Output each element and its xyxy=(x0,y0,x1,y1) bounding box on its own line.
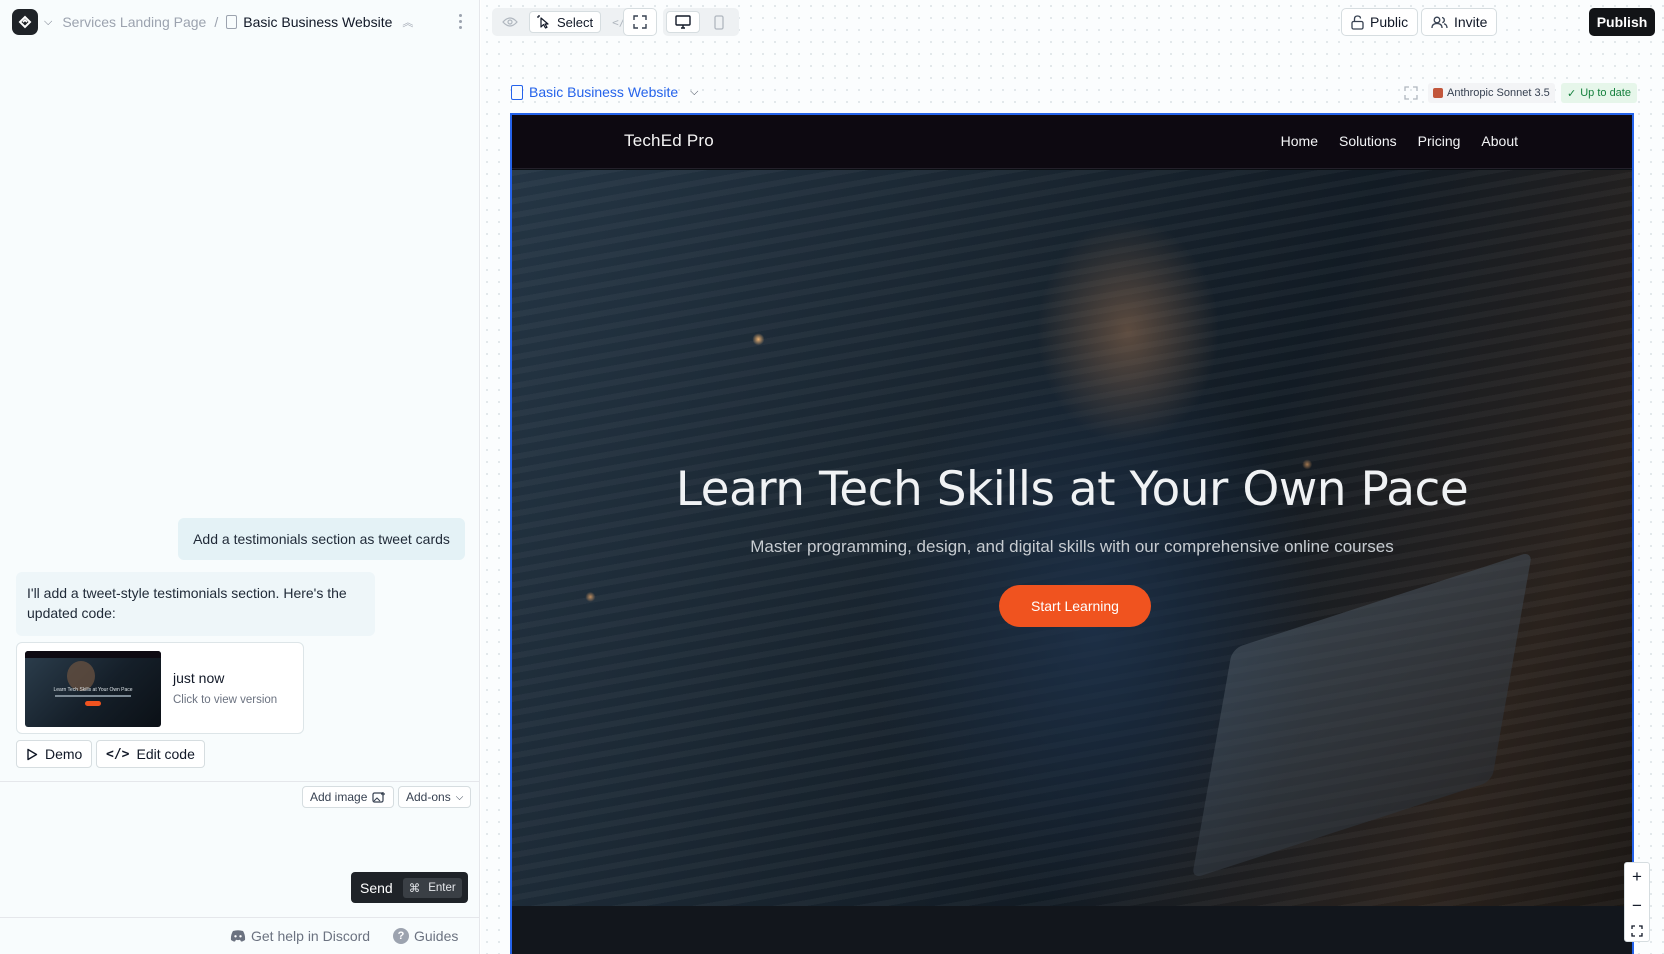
shortcut-hint: ⌘ Enter xyxy=(402,877,462,898)
discord-icon xyxy=(230,930,246,942)
left-topbar: ⌵ Services Landing Page / Basic Business… xyxy=(0,0,480,44)
breadcrumb-project[interactable]: Services Landing Page xyxy=(62,14,206,30)
select-label: Select xyxy=(557,14,594,30)
chevron-down-icon[interactable]: ⌵ xyxy=(44,16,52,29)
command-icon: ⌘ xyxy=(408,882,421,895)
expand-icon[interactable] xyxy=(1404,86,1418,100)
website-preview[interactable]: TechEd Pro Home Solutions Pricing About … xyxy=(510,113,1634,954)
invite-label: Invite xyxy=(1454,14,1488,30)
site-brand[interactable]: TechEd Pro xyxy=(624,131,714,151)
zoom-out-button[interactable]: − xyxy=(1632,896,1642,916)
chevron-down-icon: ⌵ xyxy=(455,791,464,803)
chat-panel: ⌵ Services Landing Page / Basic Business… xyxy=(0,0,480,954)
hero-subtitle: Master programming, design, and digital … xyxy=(750,537,1394,556)
monitor-icon xyxy=(675,15,691,29)
site-navbar: TechEd Pro Home Solutions Pricing About xyxy=(512,115,1632,169)
addons-label: Add-ons xyxy=(406,790,451,804)
mode-toolbar: Select </> xyxy=(492,8,643,36)
chevron-down-icon: ⌵ xyxy=(690,85,699,98)
addons-dropdown[interactable]: Add-ons ⌵ xyxy=(398,786,472,808)
phone-icon xyxy=(714,14,724,30)
divider xyxy=(0,917,480,918)
divider xyxy=(0,781,480,782)
mobile-view-button[interactable] xyxy=(704,11,734,33)
chevrons-up-icon[interactable]: ︽ xyxy=(402,14,413,30)
zoom-in-button[interactable]: + xyxy=(1632,867,1642,887)
select-mode-button[interactable]: Select xyxy=(529,11,602,33)
play-icon xyxy=(27,748,38,760)
page-title: Basic Business Website xyxy=(529,84,679,100)
hero-background-image xyxy=(1191,551,1533,879)
status-label: Up to date xyxy=(1580,87,1631,99)
breadcrumb-page[interactable]: Basic Business Website xyxy=(243,14,392,30)
version-card[interactable]: Learn Tech Skills at Your Own Pace just … xyxy=(16,642,304,734)
hero-title: Learn Tech Skills at Your Own Pace xyxy=(675,462,1469,517)
cursor-select-icon xyxy=(537,15,549,29)
code-icon: </> xyxy=(106,746,130,762)
publish-button[interactable]: Publish xyxy=(1589,8,1655,36)
thumbnail-title: Learn Tech Skills at Your Own Pace xyxy=(53,687,133,693)
fullscreen-button[interactable] xyxy=(623,8,657,36)
add-image-label: Add image xyxy=(310,790,368,804)
demo-label: Demo xyxy=(45,746,83,762)
version-thumbnail: Learn Tech Skills at Your Own Pace xyxy=(25,651,161,727)
demo-button[interactable]: Demo xyxy=(16,740,93,768)
nav-link-solutions[interactable]: Solutions xyxy=(1339,133,1397,149)
preview-panel: Select </> Public Invite Publish Basic B… xyxy=(481,0,1664,954)
discord-label: Get help in Discord xyxy=(251,928,371,944)
image-plus-icon xyxy=(372,791,386,803)
device-toolbar xyxy=(663,8,739,36)
hero-section: Learn Tech Skills at Your Own Pace Maste… xyxy=(512,170,1632,906)
guides-link[interactable]: ? Guides xyxy=(393,928,458,944)
send-label: Send xyxy=(360,879,393,896)
help-icon: ? xyxy=(393,928,409,944)
edit-code-label: Edit code xyxy=(136,746,195,762)
zoom-controls: + − xyxy=(1624,862,1650,942)
preview-mode-button[interactable] xyxy=(495,11,525,33)
nav-link-home[interactable]: Home xyxy=(1281,133,1318,149)
page-selector[interactable]: Basic Business Website ⌵ xyxy=(511,84,698,100)
invite-button[interactable]: Invite xyxy=(1421,8,1498,36)
check-icon: ✓ xyxy=(1567,87,1577,100)
model-name: Anthropic Sonnet 3.5 xyxy=(1447,87,1550,99)
next-section xyxy=(512,906,1632,954)
start-learning-button[interactable]: Start Learning xyxy=(999,585,1151,627)
desktop-view-button[interactable] xyxy=(666,11,700,33)
app-logo-icon[interactable] xyxy=(12,9,38,35)
user-message: Add a testimonials section as tweet card… xyxy=(178,518,465,560)
assistant-message: I'll add a tweet-style testimonials sect… xyxy=(16,572,375,636)
fit-screen-icon[interactable] xyxy=(1631,924,1643,937)
more-options-icon[interactable] xyxy=(459,14,462,29)
expand-icon xyxy=(633,15,647,29)
users-icon xyxy=(1431,16,1448,28)
document-icon xyxy=(511,84,523,100)
edit-code-button[interactable]: </> Edit code xyxy=(96,740,205,768)
public-label: Public xyxy=(1370,14,1409,30)
model-badge[interactable]: Anthropic Sonnet 3.5 xyxy=(1428,83,1555,103)
send-button[interactable]: Send ⌘ Enter xyxy=(351,872,468,903)
nav-link-pricing[interactable]: Pricing xyxy=(1418,133,1461,149)
anthropic-logo-icon xyxy=(1433,88,1443,98)
discord-link[interactable]: Get help in Discord xyxy=(230,928,370,944)
status-badge: ✓ Up to date xyxy=(1561,83,1637,103)
version-hint: Click to view version xyxy=(173,694,278,706)
breadcrumb-separator: / xyxy=(214,14,219,30)
add-image-button[interactable]: Add image xyxy=(302,786,395,808)
unlock-icon xyxy=(1351,14,1364,30)
document-icon xyxy=(226,15,238,29)
eye-icon xyxy=(502,17,518,27)
shortcut-key: Enter xyxy=(428,881,456,894)
public-button[interactable]: Public xyxy=(1341,8,1419,36)
guides-label: Guides xyxy=(414,928,459,944)
site-nav-links: Home Solutions Pricing About xyxy=(1281,133,1518,149)
version-time: just now xyxy=(173,670,225,686)
nav-link-about[interactable]: About xyxy=(1481,133,1518,149)
